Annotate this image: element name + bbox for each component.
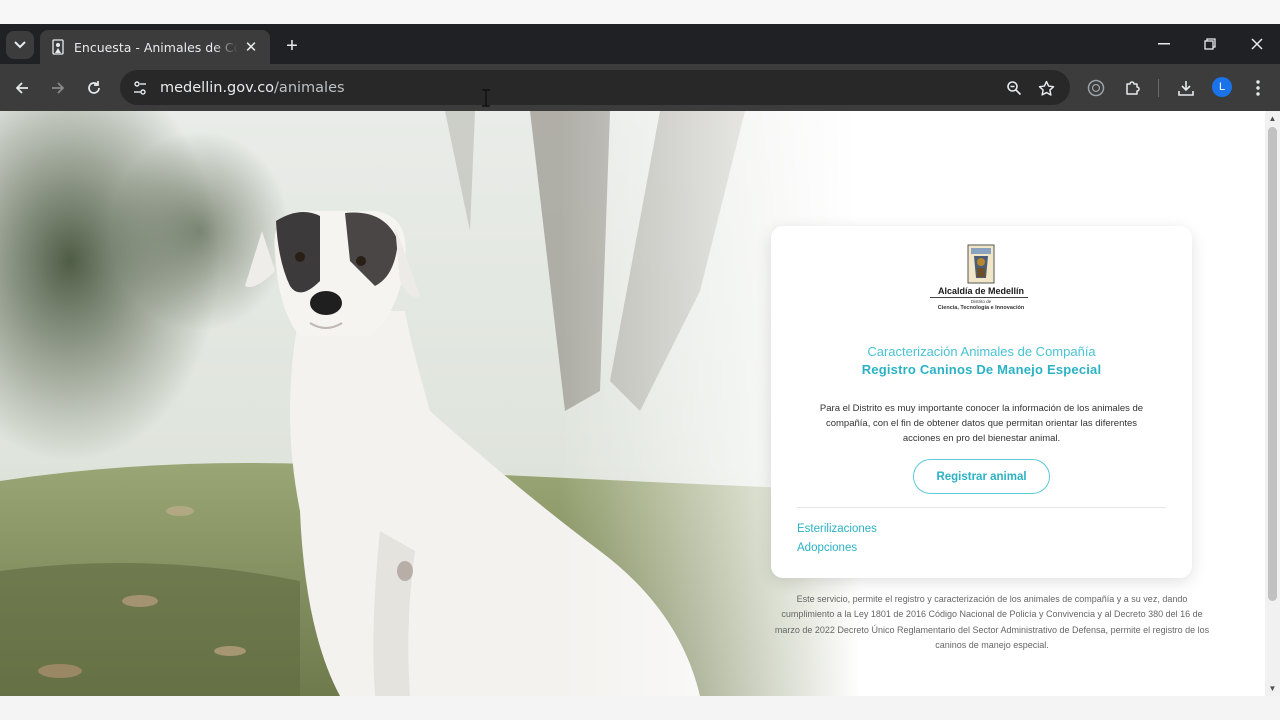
card-description: Para el Distrito es muy importante conoc… bbox=[819, 403, 1144, 445]
address-bar[interactable]: medellin.gov.co/animales bbox=[120, 70, 1070, 105]
survey-card: Alcaldía de Medellín Distrito de Ciencia… bbox=[771, 226, 1192, 578]
card-divider bbox=[797, 507, 1166, 508]
card-heading: Registro Caninos De Manejo Especial bbox=[861, 362, 1102, 377]
logo-org-name: Alcaldía de Medellín bbox=[937, 286, 1025, 296]
extension-shield-icon bbox=[1087, 79, 1105, 97]
restore-window-button[interactable] bbox=[1187, 24, 1233, 64]
restore-icon bbox=[1204, 38, 1216, 50]
tune-icon bbox=[134, 80, 146, 95]
zoom-button[interactable] bbox=[1004, 78, 1024, 98]
extension-button[interactable] bbox=[1085, 77, 1107, 99]
browser-tab-active[interactable]: Encuesta - Animales de Compañía ✕ bbox=[40, 30, 270, 64]
scrollbar-thumb[interactable] bbox=[1268, 127, 1277, 601]
minimize-window-button[interactable] bbox=[1141, 24, 1187, 64]
bookmark-button[interactable] bbox=[1036, 78, 1056, 98]
new-tab-button[interactable]: + bbox=[280, 34, 304, 58]
arrow-left-icon bbox=[15, 82, 28, 94]
reload-icon bbox=[88, 81, 100, 94]
download-icon bbox=[1178, 81, 1194, 96]
chrome-menu-button[interactable] bbox=[1247, 77, 1269, 99]
star-icon bbox=[1038, 80, 1054, 96]
text-cursor-icon bbox=[482, 89, 490, 107]
screen-bottom-strip bbox=[0, 696, 1280, 720]
legal-footnote: Este servicio, permite el registro y car… bbox=[774, 594, 1210, 650]
screen-top-strip bbox=[0, 0, 1280, 24]
close-window-button[interactable] bbox=[1234, 24, 1280, 64]
card-title: Caracterización Animales de Compañía bbox=[867, 344, 1096, 359]
medellin-coat-of-arms-icon bbox=[967, 244, 995, 284]
chevron-down-icon bbox=[14, 41, 26, 49]
puzzle-icon bbox=[1126, 81, 1140, 95]
toolbar-separator bbox=[1158, 79, 1159, 97]
profile-avatar[interactable]: L bbox=[1212, 77, 1232, 97]
logo-subtitle-1: Distrito de bbox=[970, 299, 992, 304]
tab-search-button[interactable] bbox=[6, 31, 34, 59]
minimize-icon bbox=[1158, 43, 1170, 45]
site-info-button[interactable] bbox=[124, 72, 156, 104]
zoom-magnifier-icon bbox=[1007, 81, 1022, 96]
arrow-right-icon bbox=[52, 82, 65, 94]
logo-rule bbox=[930, 297, 1028, 298]
scroll-up-arrow-icon[interactable]: ▲ bbox=[1268, 114, 1277, 124]
page-viewport: Alcaldía de Medellín Distrito de Ciencia… bbox=[0, 111, 1265, 696]
browser-toolbar: medellin.gov.co/animales L bbox=[0, 64, 1280, 111]
url-text[interactable]: medellin.gov.co/animales bbox=[160, 80, 345, 96]
logo-subtitle-2: Ciencia, Tecnología e Innovación bbox=[937, 305, 1025, 311]
kebab-menu-icon bbox=[1256, 80, 1260, 96]
tab-title: Encuesta - Animales de Compañía bbox=[74, 39, 238, 55]
extensions-menu-button[interactable] bbox=[1122, 77, 1144, 99]
alcaldia-logo: Alcaldía de Medellín Distrito de Ciencia… bbox=[926, 244, 1036, 316]
reload-button[interactable] bbox=[80, 74, 108, 102]
tab-strip: Encuesta - Animales de Compañía ✕ + bbox=[0, 24, 1280, 64]
back-button[interactable] bbox=[8, 74, 36, 102]
medellin-favicon-icon bbox=[52, 39, 64, 55]
url-path: /animales bbox=[274, 79, 345, 96]
downloads-button[interactable] bbox=[1175, 77, 1197, 99]
scroll-down-arrow-icon[interactable]: ▼ bbox=[1268, 684, 1277, 694]
close-icon bbox=[1251, 38, 1263, 50]
link-adopciones[interactable]: Adopciones bbox=[797, 542, 857, 554]
url-host: medellin.gov.co bbox=[160, 79, 275, 96]
link-esterilizaciones[interactable]: Esterilizaciones bbox=[797, 523, 877, 535]
page-scrollbar[interactable]: ▲ ▼ bbox=[1265, 111, 1280, 696]
close-tab-icon[interactable]: ✕ bbox=[242, 38, 260, 56]
register-animal-button[interactable]: Registrar animal bbox=[913, 459, 1050, 494]
forward-button[interactable] bbox=[44, 74, 72, 102]
